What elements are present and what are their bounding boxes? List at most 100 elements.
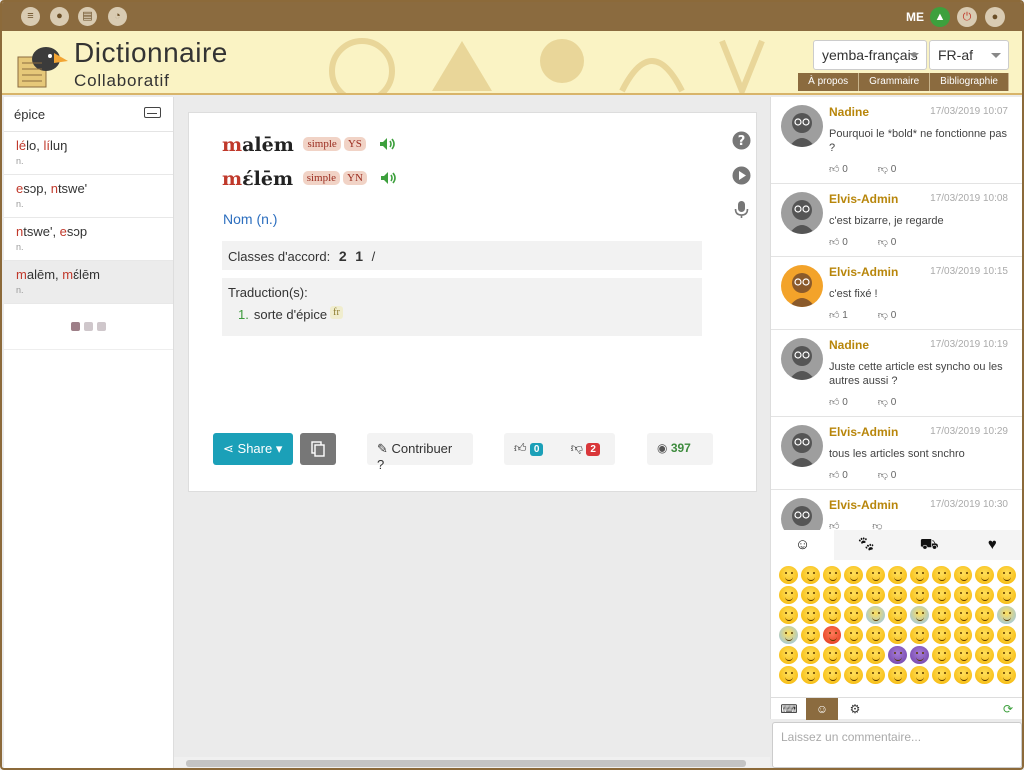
share-button[interactable]: ⋖ Share ▾ [213,433,293,465]
emoji-icon[interactable] [888,606,907,624]
microphone-icon[interactable] [732,200,751,219]
chat-icon[interactable]: ● [985,7,1005,27]
globe-icon[interactable]: ● [50,7,69,26]
emoji-icon[interactable] [822,646,842,664]
emoji-icon[interactable] [975,586,995,604]
emoji-icon[interactable] [888,626,907,644]
emoji-icon[interactable] [822,566,842,584]
tab-animals[interactable]: 🐾︎ [834,530,897,560]
emoji-icon[interactable] [866,666,886,684]
menu-icon[interactable]: ≡ [21,7,40,26]
emoji-icon[interactable] [997,626,1016,644]
keyboard-icon[interactable]: ⌨ [773,698,805,720]
emoji-icon[interactable] [997,606,1016,624]
message-dislike[interactable]: 👎︎ 0 [878,163,897,175]
tab-symbols[interactable]: ♥ [961,530,1022,560]
emoji-icon[interactable] [931,666,951,684]
keyboard-icon[interactable] [144,107,161,118]
pagination-dot[interactable] [84,322,93,331]
pagination-dot[interactable] [97,322,106,331]
emoji-icon[interactable] [888,566,907,584]
emoji-icon[interactable] [866,586,886,604]
message-like[interactable]: 👍︎ 0 [829,396,848,408]
emoji-icon[interactable] [997,566,1016,584]
play-icon[interactable] [732,166,751,185]
emoji-icon[interactable] [953,666,973,684]
emoji-icon[interactable] [866,606,886,624]
message-dislike[interactable]: 👎︎ [872,520,885,530]
emoji-icon[interactable] [953,586,973,604]
copy-button[interactable] [300,433,336,465]
thumbs-down-icon[interactable]: 👎︎ [571,441,583,455]
nav-grammar-link[interactable]: Grammaire [859,73,931,91]
emoji-icon[interactable] [909,646,929,664]
emoji-icon[interactable] [779,586,798,604]
robot-icon[interactable]: ⚙ [839,698,871,720]
emoji-icon[interactable] [931,566,951,584]
avatar[interactable] [781,265,823,307]
language-select[interactable]: yemba-français [813,40,927,70]
tab-vehicles[interactable]: ⛟ [898,530,961,560]
emoji-icon[interactable] [800,646,820,664]
emoji-icon[interactable] [997,666,1016,684]
list-item[interactable]: lélo, líluŋ n. [4,132,173,175]
emoji-icon[interactable] [779,566,798,584]
emoji-icon[interactable] [779,606,798,624]
emoji-icon[interactable] [997,646,1016,664]
avatar[interactable] [781,105,823,147]
emoji-icon[interactable] [931,646,951,664]
emoji-icon[interactable] [953,606,973,624]
refresh-icon[interactable]: ⟳ [992,698,1022,720]
emoji-icon[interactable] [888,666,907,684]
emoji-icon[interactable] [800,566,820,584]
list-item[interactable]: esɔp, ntswe' n. [4,175,173,218]
locale-select[interactable]: FR-af [929,40,1009,70]
emoji-icon[interactable] [975,606,995,624]
part-of-speech[interactable]: Nom (n.) [223,211,277,227]
message-like[interactable]: 👍︎ [829,520,842,530]
message-like[interactable]: 👍︎ 0 [829,469,848,481]
emoji-icon[interactable] [997,586,1016,604]
message-dislike[interactable]: 👎︎ 0 [878,236,897,248]
emoji-icon[interactable] [844,586,864,604]
emoji-icon[interactable] [822,586,842,604]
emoji-icon[interactable] [779,626,798,644]
message-dislike[interactable]: 👎︎ 0 [878,309,897,321]
speaker-icon[interactable] [380,171,398,185]
emoji-icon[interactable] [866,646,886,664]
pagination-dot[interactable] [71,322,80,331]
power-icon[interactable]: ⏻ [957,7,977,27]
emoji-icon[interactable] [909,666,929,684]
emoji-icon[interactable] [909,586,929,604]
avatar[interactable] [781,338,823,380]
emoji-icon[interactable] [931,606,951,624]
emoji-icon[interactable] [800,626,820,644]
emoji-icon[interactable] [844,566,864,584]
search-input[interactable]: épice [4,97,173,132]
comment-input[interactable]: Laissez un commentaire... [772,722,1022,768]
emoji-icon[interactable] [953,626,973,644]
emoji-icon[interactable] [975,566,995,584]
message-like[interactable]: 👍︎ 1 [829,309,848,321]
thumbs-up-icon[interactable]: 👍︎ [514,441,527,455]
message-dislike[interactable]: 👎︎ 0 [878,396,897,408]
emoji-icon[interactable] [931,626,951,644]
list-item[interactable]: malēm, mɛ́lēm n. [4,261,173,304]
emoji-icon[interactable] [931,586,951,604]
emoji-icon[interactable] [844,626,864,644]
emoji-icon[interactable] [822,666,842,684]
emoji-icon[interactable] [975,646,995,664]
emoji-icon[interactable] [909,606,929,624]
nav-about-link[interactable]: À propos [798,73,860,91]
emoji-icon[interactable] [800,666,820,684]
emoji-icon[interactable] [888,586,907,604]
avatar[interactable] [781,498,823,530]
emoji-icon[interactable] [844,666,864,684]
message-dislike[interactable]: 👎︎ 0 [878,469,897,481]
emoji-icon[interactable] [975,626,995,644]
emoji-icon[interactable] [953,566,973,584]
emoji-icon[interactable] [844,606,864,624]
nav-bibliography-link[interactable]: Bibliographie [930,73,1009,91]
avatar[interactable] [781,425,823,467]
tab-smileys[interactable]: ☺ [771,530,835,560]
